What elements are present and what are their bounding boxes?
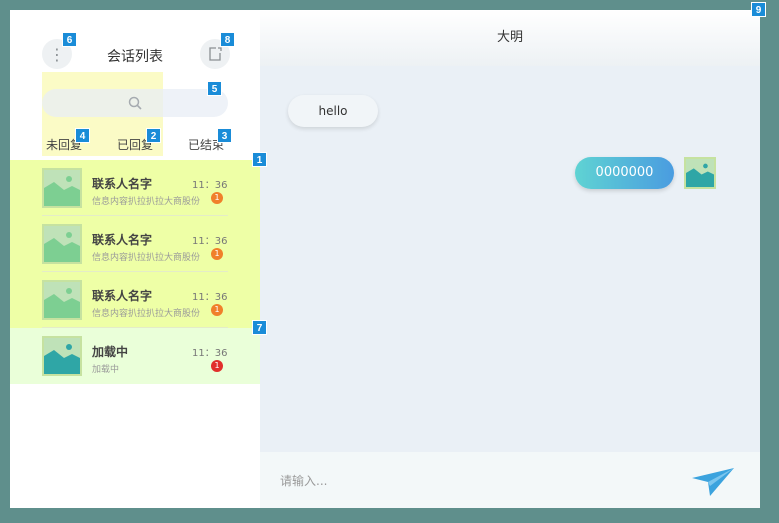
annotation-marker: 2 (146, 128, 161, 143)
annotation-marker: 4 (75, 128, 90, 143)
unread-badge: 1 (211, 304, 223, 316)
incoming-message: hello (288, 95, 378, 127)
contact-item[interactable]: 联系人名字 信息内容扒拉扒拉大商股份 11：36 1 (10, 272, 260, 328)
send-button[interactable] (690, 466, 736, 498)
contact-item[interactable]: 加载中 加载中 11：36 1 (10, 328, 260, 384)
avatar-placeholder-icon (42, 168, 82, 208)
message-preview: 信息内容扒拉扒拉大商股份 (92, 197, 201, 207)
message-time: 11：36 (192, 292, 228, 303)
search-input[interactable] (42, 89, 228, 117)
chat-window: ⋮ 会话列表 未回复 已回复 已结束 联系人名字 信息内容扒拉扒拉大商股份 11… (10, 10, 760, 508)
chat-title: 大明 (260, 10, 760, 66)
message-preview: 信息内容扒拉扒拉大商股份 (92, 253, 201, 263)
unread-badge: 1 (211, 192, 223, 204)
search-icon (128, 96, 142, 110)
message-composer (260, 452, 760, 508)
annotation-marker: 9 (751, 2, 766, 17)
contact-list: 联系人名字 信息内容扒拉扒拉大商股份 11：36 1 联系人名字 信息内容扒拉扒… (10, 160, 260, 384)
contact-name: 加载中 (92, 345, 129, 359)
contact-name: 联系人名字 (92, 233, 153, 247)
contact-item[interactable]: 联系人名字 信息内容扒拉扒拉大商股份 11：36 1 (10, 216, 260, 272)
send-icon (692, 468, 734, 496)
compose-icon (209, 47, 222, 61)
annotation-marker: 8 (220, 32, 235, 47)
message-time: 11：36 (192, 236, 228, 247)
unread-badge: 1 (211, 360, 223, 372)
avatar-placeholder-icon (42, 224, 82, 264)
message-time: 11：36 (192, 348, 228, 359)
avatar-placeholder-icon (42, 336, 82, 376)
annotation-marker: 3 (217, 128, 232, 143)
message-preview: 加载中 (92, 365, 120, 375)
outgoing-message: 0000000 (575, 157, 674, 189)
contact-name: 联系人名字 (92, 289, 153, 303)
my-avatar-icon (684, 157, 716, 189)
contact-name: 联系人名字 (92, 177, 153, 191)
annotation-marker: 5 (207, 81, 222, 96)
conversation-sidebar: ⋮ 会话列表 未回复 已回复 已结束 联系人名字 信息内容扒拉扒拉大商股份 11… (10, 10, 260, 508)
annotation-marker: 1 (252, 152, 267, 167)
message-time: 11：36 (192, 180, 228, 191)
avatar-placeholder-icon (42, 280, 82, 320)
chat-pane: 大明 hello 0000000 (260, 10, 760, 508)
unread-badge: 1 (211, 248, 223, 260)
contact-item[interactable]: 联系人名字 信息内容扒拉扒拉大商股份 11：36 1 (10, 160, 260, 216)
message-preview: 信息内容扒拉扒拉大商股份 (92, 309, 201, 319)
message-input[interactable] (280, 470, 660, 492)
annotation-marker: 6 (62, 32, 77, 47)
annotation-marker: 7 (252, 320, 267, 335)
